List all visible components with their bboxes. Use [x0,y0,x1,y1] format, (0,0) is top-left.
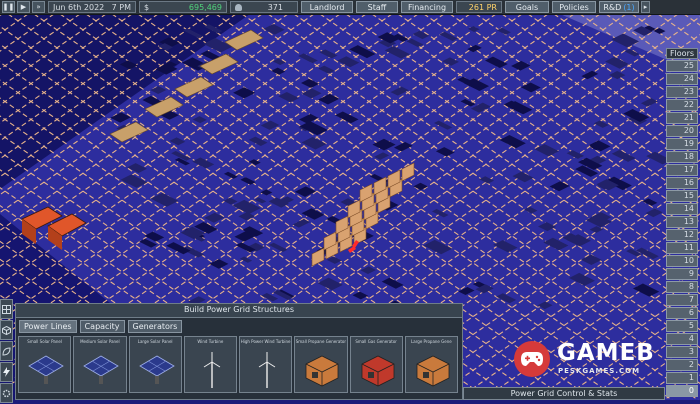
floor-button-20[interactable]: 20 [666,125,698,137]
rd-label: R&D [603,2,622,12]
floor-button-15[interactable]: 15 [666,190,698,202]
policies-button[interactable]: Policies [552,1,596,13]
propane-generator-large-icon [416,355,450,387]
floor-button-14[interactable]: 14 [666,203,698,215]
lightning-icon[interactable] [0,362,13,382]
time-text: 7 PM [111,2,131,12]
build-item-label: Small Gas Generator [355,339,397,344]
pr-display: 261 PR [456,1,502,13]
build-item-solar-panel-medium[interactable]: Medium Solar Panel [73,336,127,393]
wind-turbine-icon [203,352,221,388]
pause-icon[interactable]: ❚❚ [2,1,15,13]
left-toolbar [0,299,13,404]
watermark-subtext: PESKGAMES.COM [558,367,641,375]
build-item-solar-panel-small[interactable]: Small Solar Panel [18,336,72,393]
floor-button-25[interactable]: 25 [666,60,698,72]
play-icon[interactable]: ▶ [17,1,30,13]
floors-title: Floors [666,48,698,59]
floor-button-7[interactable]: 7 [666,294,698,306]
fast-forward-icon[interactable]: » [32,1,45,13]
leaf-icon[interactable] [0,341,13,361]
population-display: 371 [230,1,298,13]
build-item-solar-panel-large[interactable]: Large Solar Panel [128,336,182,393]
date-time-display: Jun 6th 2022 7 PM [48,1,136,13]
gas-generator-small-icon [361,355,394,387]
floor-button-0[interactable]: 0 [666,385,698,397]
build-power-grid-panel: Build Power Grid Structures Power Lines … [15,303,463,400]
goals-button[interactable]: Goals [505,1,549,13]
tab-power-lines[interactable]: Power Lines [19,320,77,333]
floor-button-6[interactable]: 6 [666,307,698,319]
build-item-wind-turbine-high[interactable]: High Power Wind Turbine [239,336,293,393]
gamepad-logo-icon [514,341,550,377]
wind-turbine-high-icon [258,352,276,388]
floor-button-11[interactable]: 11 [666,242,698,254]
floor-button-10[interactable]: 10 [666,255,698,267]
floor-button-8[interactable]: 8 [666,281,698,293]
floor-button-5[interactable]: 5 [666,320,698,332]
build-item-wind-turbine[interactable]: Wind Turbine [183,336,237,393]
date-text: Jun 6th 2022 [53,2,105,12]
build-item-label: Large Solar Panel [137,339,173,344]
watermark: GAMEB PESKGAMES.COM [512,337,692,381]
rd-button[interactable]: R&D (1) [599,1,639,13]
money-display: $ 695,469 [139,1,227,13]
floor-button-21[interactable]: 21 [666,112,698,124]
build-item-label: Small Propane Generator [295,339,347,344]
floor-button-9[interactable]: 9 [666,268,698,280]
population-value: 371 [267,2,283,12]
build-item-label: Medium Solar Panel [80,339,120,344]
solar-panel-small-icon [28,355,64,384]
solar-panel-medium-icon [83,355,120,384]
power-grid-control-button[interactable]: Power Grid Control & Stats [463,387,665,400]
floor-button-16[interactable]: 16 [666,177,698,189]
build-panel-tabs: Power Lines Capacity Generators [16,318,462,333]
floor-button-13[interactable]: 13 [666,216,698,228]
propane-generator-small-icon [305,355,339,387]
financing-button[interactable]: Financing [401,1,453,13]
floor-button-22[interactable]: 22 [666,99,698,111]
build-item-gas-generator-small[interactable]: Small Gas Generator [349,336,403,393]
rd-count: (1) [623,2,635,12]
gear-icon[interactable] [0,383,13,403]
staff-button[interactable]: Staff [356,1,398,13]
build-item-propane-generator-large[interactable]: Large Propane Gene [404,336,458,393]
build-panel-title: Build Power Grid Structures [16,304,462,318]
blueprint-icon[interactable] [0,299,13,319]
solar-panel-large-icon [138,355,175,384]
build-item-label: High Power Wind Turbine [240,339,291,344]
build-item-propane-generator-small[interactable]: Small Propane Generator [294,336,348,393]
floor-button-18[interactable]: 18 [666,151,698,163]
tab-capacity[interactable]: Capacity [79,320,125,333]
top-bar: ❚❚ ▶ » Jun 6th 2022 7 PM $ 695,469 371 L… [0,0,700,15]
dollar-icon: $ [144,2,150,12]
landlord-button[interactable]: Landlord [301,1,353,13]
build-item-list: Small Solar Panel Medium Solar Panel Large… [16,333,462,393]
floor-button-12[interactable]: 12 [666,229,698,241]
watermark-text: GAMEB [557,340,655,366]
build-item-label: Small Solar Panel [27,339,62,344]
build-item-label: Wind Turbine [197,339,224,344]
menu-arrow-icon[interactable]: ▸ [641,1,650,13]
people-icon [235,3,242,11]
cube-icon[interactable] [0,320,13,340]
build-item-label: Large Propane Gene [411,339,452,344]
floor-button-19[interactable]: 19 [666,138,698,150]
floor-button-17[interactable]: 17 [666,164,698,176]
money-value: 695,469 [188,2,222,12]
floor-button-24[interactable]: 24 [666,73,698,85]
tab-generators[interactable]: Generators [127,320,183,333]
floor-button-23[interactable]: 23 [666,86,698,98]
